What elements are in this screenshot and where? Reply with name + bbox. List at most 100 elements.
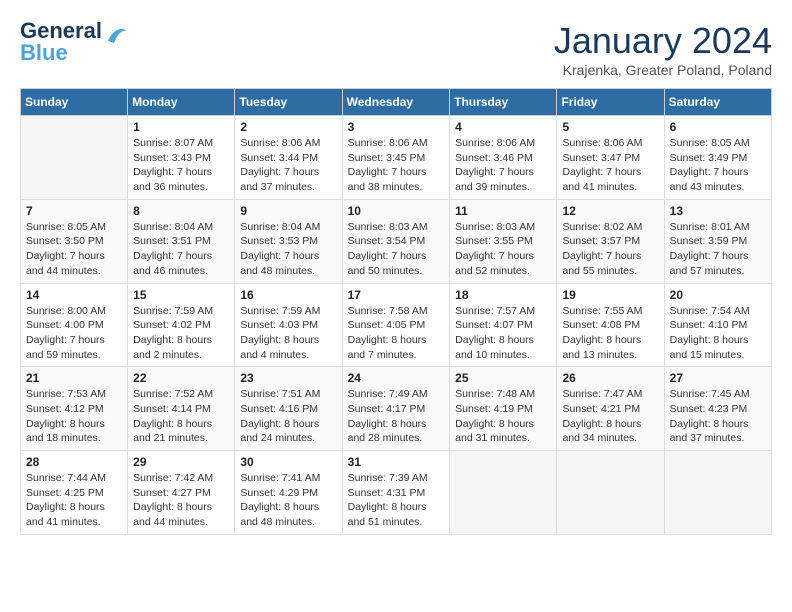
calendar-week-3: 14 Sunrise: 8:00 AM Sunset: 4:00 PM Dayli… (21, 283, 772, 367)
day-info: Sunrise: 7:49 AM Sunset: 4:17 PM Dayligh… (348, 387, 445, 446)
day-info: Sunrise: 7:57 AM Sunset: 4:07 PM Dayligh… (455, 304, 551, 363)
weekday-header-sunday: Sunday (21, 89, 128, 116)
day-number: 8 (133, 204, 229, 218)
day-number: 17 (348, 288, 445, 302)
logo-general: General (20, 20, 102, 42)
calendar-cell: 28 Sunrise: 7:44 AM Sunset: 4:25 PM Dayli… (21, 451, 128, 535)
day-number: 25 (455, 371, 551, 385)
day-number: 31 (348, 455, 445, 469)
calendar-cell: 9 Sunrise: 8:04 AM Sunset: 3:53 PM Daylig… (235, 199, 342, 283)
day-info: Sunrise: 7:41 AM Sunset: 4:29 PM Dayligh… (240, 471, 336, 530)
day-info: Sunrise: 8:05 AM Sunset: 3:49 PM Dayligh… (670, 136, 766, 195)
calendar-cell: 25 Sunrise: 7:48 AM Sunset: 4:19 PM Dayli… (450, 367, 557, 451)
calendar-cell: 23 Sunrise: 7:51 AM Sunset: 4:16 PM Dayli… (235, 367, 342, 451)
day-info: Sunrise: 7:45 AM Sunset: 4:23 PM Dayligh… (670, 387, 766, 446)
calendar-cell: 17 Sunrise: 7:58 AM Sunset: 4:05 PM Dayli… (342, 283, 450, 367)
calendar-cell (557, 451, 664, 535)
calendar-cell: 27Sunrise: 7:45 AM Sunset: 4:23 PM Dayli… (664, 367, 771, 451)
calendar-cell: 16Sunrise: 7:59 AM Sunset: 4:03 PM Dayli… (235, 283, 342, 367)
page-header: General Blue January 2024 Krajenka, Grea… (20, 20, 772, 78)
day-info: Sunrise: 7:58 AM Sunset: 4:05 PM Dayligh… (348, 304, 445, 363)
calendar-cell: 22Sunrise: 7:52 AM Sunset: 4:14 PM Dayli… (128, 367, 235, 451)
calendar-cell: 29 Sunrise: 7:42 AM Sunset: 4:27 PM Dayli… (128, 451, 235, 535)
day-info: Sunrise: 8:03 AM Sunset: 3:54 PM Dayligh… (348, 220, 445, 279)
day-info: Sunrise: 8:05 AM Sunset: 3:50 PM Dayligh… (26, 220, 122, 279)
day-info: Sunrise: 7:54 AM Sunset: 4:10 PM Dayligh… (670, 304, 766, 363)
day-number: 9 (240, 204, 336, 218)
day-info: Sunrise: 7:48 AM Sunset: 4:19 PM Dayligh… (455, 387, 551, 446)
day-number: 15 (133, 288, 229, 302)
day-number: 29 (133, 455, 229, 469)
day-info: Sunrise: 8:00 AM Sunset: 4:00 PM Dayligh… (26, 304, 122, 363)
day-number: 12 (562, 204, 658, 218)
month-title: January 2024 (554, 20, 772, 62)
weekday-header-monday: Monday (128, 89, 235, 116)
day-number: 28 (26, 455, 122, 469)
calendar-table: SundayMondayTuesdayWednesdayThursdayFrid… (20, 88, 772, 535)
day-number: 30 (240, 455, 336, 469)
weekday-header-friday: Friday (557, 89, 664, 116)
day-number: 10 (348, 204, 445, 218)
day-info: Sunrise: 7:39 AM Sunset: 4:31 PM Dayligh… (348, 471, 445, 530)
logo-blue: Blue (20, 42, 102, 64)
day-number: 13 (670, 204, 766, 218)
day-number: 14 (26, 288, 122, 302)
calendar-week-5: 28 Sunrise: 7:44 AM Sunset: 4:25 PM Dayli… (21, 451, 772, 535)
day-info: Sunrise: 7:47 AM Sunset: 4:21 PM Dayligh… (562, 387, 658, 446)
day-info: Sunrise: 8:01 AM Sunset: 3:59 PM Dayligh… (670, 220, 766, 279)
day-info: Sunrise: 8:02 AM Sunset: 3:57 PM Dayligh… (562, 220, 658, 279)
day-info: Sunrise: 7:55 AM Sunset: 4:08 PM Dayligh… (562, 304, 658, 363)
calendar-cell: 4Sunrise: 8:06 AM Sunset: 3:46 PM Daylig… (450, 116, 557, 200)
calendar-cell: 3 Sunrise: 8:06 AM Sunset: 3:45 PM Daylig… (342, 116, 450, 200)
day-info: Sunrise: 7:42 AM Sunset: 4:27 PM Dayligh… (133, 471, 229, 530)
weekday-header-tuesday: Tuesday (235, 89, 342, 116)
day-number: 22 (133, 371, 229, 385)
day-number: 11 (455, 204, 551, 218)
calendar-cell: 24 Sunrise: 7:49 AM Sunset: 4:17 PM Dayli… (342, 367, 450, 451)
day-info: Sunrise: 7:44 AM Sunset: 4:25 PM Dayligh… (26, 471, 122, 530)
weekday-header-thursday: Thursday (450, 89, 557, 116)
logo-bird-icon (106, 27, 128, 45)
calendar-cell: 15 Sunrise: 7:59 AM Sunset: 4:02 PM Dayli… (128, 283, 235, 367)
day-info: Sunrise: 8:04 AM Sunset: 3:53 PM Dayligh… (240, 220, 336, 279)
day-info: Sunrise: 8:06 AM Sunset: 3:45 PM Dayligh… (348, 136, 445, 195)
calendar-cell: 19Sunrise: 7:55 AM Sunset: 4:08 PM Dayli… (557, 283, 664, 367)
calendar-cell: 2 Sunrise: 8:06 AM Sunset: 3:44 PM Daylig… (235, 116, 342, 200)
calendar-cell: 18 Sunrise: 7:57 AM Sunset: 4:07 PM Dayli… (450, 283, 557, 367)
day-info: Sunrise: 7:53 AM Sunset: 4:12 PM Dayligh… (26, 387, 122, 446)
calendar-cell (664, 451, 771, 535)
day-number: 6 (670, 120, 766, 134)
day-number: 20 (670, 288, 766, 302)
day-number: 2 (240, 120, 336, 134)
day-number: 3 (348, 120, 445, 134)
day-number: 16 (240, 288, 336, 302)
day-number: 18 (455, 288, 551, 302)
calendar-cell: 6 Sunrise: 8:05 AM Sunset: 3:49 PM Daylig… (664, 116, 771, 200)
title-block: January 2024 Krajenka, Greater Poland, P… (554, 20, 772, 78)
location: Krajenka, Greater Poland, Poland (554, 62, 772, 78)
calendar-cell: 10 Sunrise: 8:03 AM Sunset: 3:54 PM Dayli… (342, 199, 450, 283)
day-number: 4 (455, 120, 551, 134)
calendar-cell: 30 Sunrise: 7:41 AM Sunset: 4:29 PM Dayli… (235, 451, 342, 535)
calendar-cell: 20 Sunrise: 7:54 AM Sunset: 4:10 PM Dayli… (664, 283, 771, 367)
day-info: Sunrise: 7:51 AM Sunset: 4:16 PM Dayligh… (240, 387, 336, 446)
calendar-cell: 1Sunrise: 8:07 AM Sunset: 3:43 PM Daylig… (128, 116, 235, 200)
weekday-header-saturday: Saturday (664, 89, 771, 116)
calendar-cell: 13 Sunrise: 8:01 AM Sunset: 3:59 PM Dayli… (664, 199, 771, 283)
day-number: 5 (562, 120, 658, 134)
day-info: Sunrise: 8:06 AM Sunset: 3:47 PM Dayligh… (562, 136, 658, 195)
day-info: Sunrise: 8:06 AM Sunset: 3:44 PM Dayligh… (240, 136, 336, 195)
day-info: Sunrise: 7:59 AM Sunset: 4:02 PM Dayligh… (133, 304, 229, 363)
calendar-week-2: 7Sunrise: 8:05 AM Sunset: 3:50 PM Daylig… (21, 199, 772, 283)
day-number: 21 (26, 371, 122, 385)
day-number: 23 (240, 371, 336, 385)
calendar-cell: 12 Sunrise: 8:02 AM Sunset: 3:57 PM Dayli… (557, 199, 664, 283)
calendar-cell: 8Sunrise: 8:04 AM Sunset: 3:51 PM Daylig… (128, 199, 235, 283)
calendar-cell (21, 116, 128, 200)
calendar-cell (450, 451, 557, 535)
day-number: 26 (562, 371, 658, 385)
calendar-week-1: 1Sunrise: 8:07 AM Sunset: 3:43 PM Daylig… (21, 116, 772, 200)
day-number: 1 (133, 120, 229, 134)
day-number: 24 (348, 371, 445, 385)
calendar-cell: 7Sunrise: 8:05 AM Sunset: 3:50 PM Daylig… (21, 199, 128, 283)
